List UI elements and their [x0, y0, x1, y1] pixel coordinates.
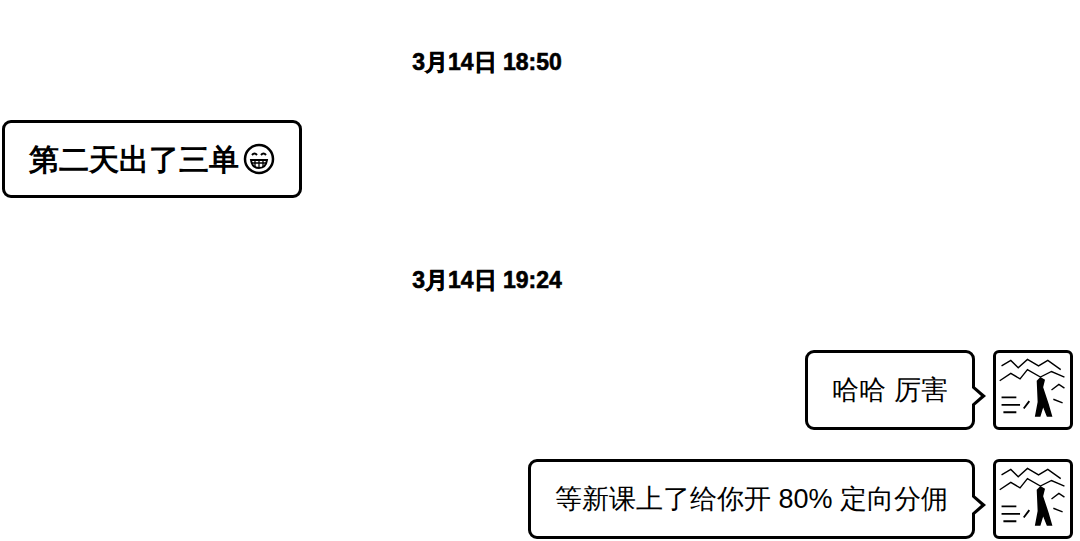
timestamp-row: 3月14日 18:50	[0, 47, 1080, 77]
outgoing-bubble[interactable]: 等新课上了给你开 80% 定向分佣	[528, 459, 975, 539]
message-text: 哈哈 厉害	[832, 370, 948, 411]
outgoing-bubble[interactable]: 哈哈 厉害	[805, 350, 975, 430]
message-text: 等新课上了给你开 80% 定向分佣	[555, 479, 948, 520]
avatar-icon[interactable]	[993, 459, 1073, 539]
timestamp: 3月14日 18:50	[412, 47, 562, 77]
avatar-icon[interactable]	[993, 350, 1073, 430]
chat-pane: 3月14日 18:50 第二天出了三单 3月14日 19:24 哈哈 厉害等新课上了给…	[0, 0, 1080, 541]
outgoing-message-row: 等新课上了给你开 80% 定向分佣	[0, 459, 1080, 539]
timestamp-row: 3月14日 19:24	[0, 265, 1080, 295]
incoming-message-row: 第二天出了三单	[0, 120, 1080, 198]
outgoing-message-row: 哈哈 厉害	[0, 350, 1080, 430]
message-text: 第二天出了三单	[29, 137, 239, 182]
timestamp: 3月14日 19:24	[412, 265, 562, 295]
incoming-bubble[interactable]: 第二天出了三单	[2, 120, 302, 198]
grin-emoji-icon	[243, 143, 275, 175]
